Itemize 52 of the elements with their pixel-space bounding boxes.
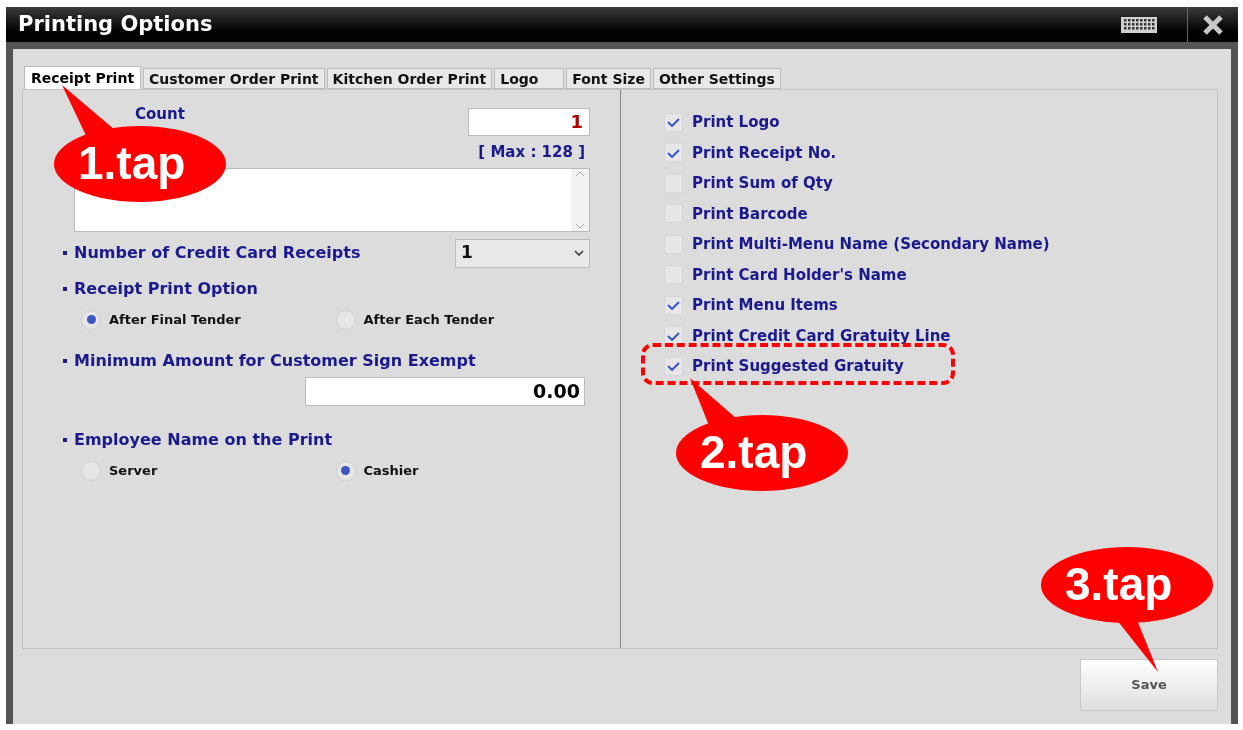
save-button[interactable]: Save xyxy=(1080,659,1218,711)
checkbox-label: Print Logo xyxy=(692,112,780,133)
tab[interactable]: Receipt Print xyxy=(24,66,142,89)
close-icon[interactable] xyxy=(1202,13,1224,36)
checkbox[interactable] xyxy=(664,295,683,315)
checkbox[interactable] xyxy=(664,112,683,132)
bullet-icon xyxy=(63,286,67,291)
checkbox-label: Print Menu Items xyxy=(692,295,838,316)
checkbox-label: Print Suggested Gratuity xyxy=(692,356,904,377)
checkbox[interactable] xyxy=(664,356,683,376)
checkbox-label: Print Multi-Menu Name (Secondary Name) xyxy=(692,234,1050,255)
min-amount-field[interactable]: 0.00 xyxy=(305,376,585,406)
bullet-icon xyxy=(63,437,67,442)
scrollbar[interactable] xyxy=(571,168,589,231)
checkbox-label: Print Receipt No. xyxy=(692,142,837,164)
radio-label: After Final Tender xyxy=(109,310,241,329)
tab[interactable]: Font Size xyxy=(566,68,651,89)
check-icon xyxy=(667,300,680,311)
bullet-icon xyxy=(63,358,67,363)
receipts-dropdown[interactable]: 1 xyxy=(455,238,590,268)
radio-label: Server xyxy=(109,461,158,480)
field-label: Employee Name on the Print xyxy=(74,428,333,451)
chevron-down-icon xyxy=(574,250,584,256)
window-title: Printing Options xyxy=(17,10,213,38)
checkbox[interactable] xyxy=(664,143,683,163)
scroll-up-icon[interactable] xyxy=(575,170,585,177)
checkbox-label: Print Credit Card Gratuity Line xyxy=(692,325,951,347)
check-icon xyxy=(667,147,680,158)
field-label: Receipt Print Option xyxy=(74,277,258,300)
checkbox[interactable] xyxy=(664,326,683,346)
check-icon xyxy=(667,330,680,341)
check-icon xyxy=(667,361,680,372)
radio-button[interactable] xyxy=(81,309,101,330)
checkbox-label: Print Card Holder's Name xyxy=(692,264,907,286)
radio-label: After Each Tender xyxy=(363,310,495,329)
radio-button[interactable] xyxy=(335,460,356,481)
field-label: Number of Credit Card Receipts xyxy=(74,242,361,264)
tab[interactable]: Kitchen Order Print xyxy=(326,68,493,89)
checkbox-label: Print Barcode xyxy=(692,203,808,225)
tab[interactable]: Customer Order Print xyxy=(143,68,325,89)
check-icon xyxy=(667,117,680,128)
copy-count-field[interactable]: 1 xyxy=(468,108,590,136)
keyboard-icon[interactable] xyxy=(1121,16,1157,33)
radio-label: Cashier xyxy=(363,461,419,480)
max-length-hint: [ Max : 128 ] xyxy=(478,142,585,163)
tab[interactable]: Other Settings xyxy=(652,68,781,89)
field-label: Minimum Amount for Customer Sign Exempt xyxy=(74,349,476,372)
checkbox-label: Print Sum of Qty xyxy=(692,173,833,194)
bullet-icon xyxy=(63,251,67,255)
tab[interactable]: Logo xyxy=(494,68,565,89)
scroll-down-icon[interactable] xyxy=(575,222,585,229)
field-label: Count xyxy=(135,105,185,123)
